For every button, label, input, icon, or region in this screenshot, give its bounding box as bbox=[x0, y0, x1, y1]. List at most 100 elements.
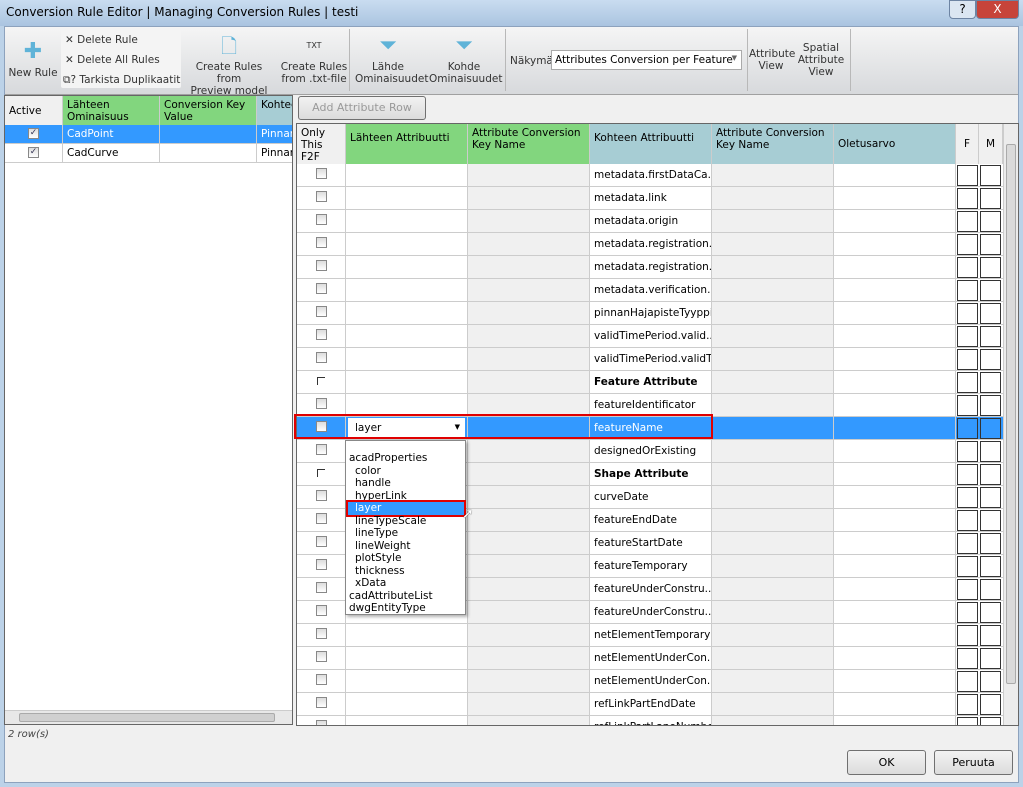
active-checkbox[interactable]: ✓ bbox=[28, 128, 39, 139]
target-cell[interactable]: Pinnan bbox=[257, 125, 292, 144]
target-key-name-cell[interactable] bbox=[712, 348, 834, 370]
f-cell[interactable] bbox=[957, 211, 978, 232]
target-key-name-cell[interactable] bbox=[712, 371, 834, 393]
column-header-default-value[interactable]: Oletusarvo bbox=[834, 124, 956, 164]
m-cell[interactable] bbox=[980, 694, 1001, 715]
source-attribute-cell[interactable] bbox=[346, 302, 468, 324]
source-key-name-cell[interactable] bbox=[468, 164, 590, 186]
m-cell[interactable] bbox=[980, 280, 1001, 301]
source-attribute-cell[interactable] bbox=[346, 716, 468, 725]
f-cell[interactable] bbox=[957, 671, 978, 692]
default-value-cell[interactable] bbox=[834, 187, 956, 209]
source-attribute-cell[interactable] bbox=[346, 210, 468, 232]
dropdown-item[interactable]: layer bbox=[346, 500, 466, 517]
source-attribute-cell[interactable] bbox=[346, 394, 468, 416]
only-this-f2f-checkbox[interactable] bbox=[316, 329, 327, 340]
dropdown-item[interactable]: hyperLink bbox=[348, 490, 464, 503]
default-value-cell[interactable] bbox=[834, 670, 956, 692]
target-key-name-cell[interactable] bbox=[712, 601, 834, 623]
key-cell[interactable] bbox=[160, 125, 257, 144]
default-value-cell[interactable] bbox=[834, 463, 956, 485]
new-rule-button[interactable]: ✚ New Rule bbox=[7, 39, 59, 79]
m-cell[interactable] bbox=[980, 257, 1001, 278]
header-checkbox[interactable] bbox=[317, 469, 325, 477]
create-rules-preview-button[interactable]: 🗋 Create Rules from Preview model bbox=[183, 33, 275, 97]
table-row[interactable]: Feature Attribute bbox=[297, 371, 1003, 394]
target-key-name-cell[interactable] bbox=[712, 394, 834, 416]
f-cell[interactable] bbox=[957, 648, 978, 669]
target-key-name-cell[interactable] bbox=[712, 693, 834, 715]
table-row[interactable]: metadata.registration... bbox=[297, 256, 1003, 279]
f-cell[interactable] bbox=[957, 280, 978, 301]
dropdown-item[interactable]: color bbox=[348, 465, 464, 478]
f-cell[interactable] bbox=[957, 257, 978, 278]
table-row[interactable]: netElementTemporary bbox=[297, 624, 1003, 647]
default-value-cell[interactable] bbox=[834, 302, 956, 324]
source-key-name-cell[interactable] bbox=[468, 601, 590, 623]
m-cell[interactable] bbox=[980, 441, 1001, 462]
f-cell[interactable] bbox=[957, 418, 978, 439]
target-key-name-cell[interactable] bbox=[712, 624, 834, 646]
default-value-cell[interactable] bbox=[834, 371, 956, 393]
dropdown-item[interactable]: lineWeight bbox=[348, 540, 464, 553]
only-this-f2f-checkbox[interactable] bbox=[316, 628, 327, 639]
source-key-name-cell[interactable] bbox=[468, 394, 590, 416]
f-cell[interactable] bbox=[957, 556, 978, 577]
only-this-f2f-checkbox[interactable] bbox=[316, 444, 327, 455]
m-cell[interactable] bbox=[980, 349, 1001, 370]
m-cell[interactable] bbox=[980, 625, 1001, 646]
default-value-cell[interactable] bbox=[834, 164, 956, 186]
column-header-target-feature[interactable]: Kohteen ominaisuus bbox=[257, 96, 292, 125]
m-cell[interactable] bbox=[980, 234, 1001, 255]
target-key-name-cell[interactable] bbox=[712, 716, 834, 725]
only-this-f2f-checkbox[interactable] bbox=[316, 559, 327, 570]
table-row[interactable]: ✓ CadPoint Pinnan bbox=[5, 125, 292, 144]
f-cell[interactable] bbox=[957, 349, 978, 370]
scrollbar-thumb[interactable] bbox=[1006, 144, 1016, 684]
source-attribute-cell[interactable] bbox=[346, 371, 468, 393]
default-value-cell[interactable] bbox=[834, 693, 956, 715]
column-header-only-this-f2f[interactable]: Only This F2F bbox=[297, 124, 346, 164]
default-value-cell[interactable] bbox=[834, 578, 956, 600]
table-row[interactable]: metadata.link bbox=[297, 187, 1003, 210]
dropdown-item[interactable]: acadProperties bbox=[348, 452, 464, 465]
default-value-cell[interactable] bbox=[834, 210, 956, 232]
column-header-target-key-name[interactable]: Attribute Conversion Key Name bbox=[712, 124, 834, 164]
m-cell[interactable] bbox=[980, 671, 1001, 692]
f-cell[interactable] bbox=[957, 510, 978, 531]
dropdown-item[interactable]: lineTypeScale bbox=[348, 515, 464, 528]
f-cell[interactable] bbox=[957, 303, 978, 324]
source-key-name-cell[interactable] bbox=[468, 325, 590, 347]
only-this-f2f-checkbox[interactable] bbox=[316, 720, 327, 725]
default-value-cell[interactable] bbox=[834, 348, 956, 370]
add-attribute-row-button[interactable]: Add Attribute Row bbox=[298, 96, 426, 120]
only-this-f2f-checkbox[interactable] bbox=[316, 237, 327, 248]
target-key-name-cell[interactable] bbox=[712, 302, 834, 324]
target-cell[interactable]: Pinnan bbox=[257, 144, 292, 163]
column-header-source-attribute[interactable]: Lähteen Attribuutti bbox=[346, 124, 468, 164]
m-cell[interactable] bbox=[980, 533, 1001, 554]
source-key-name-cell[interactable] bbox=[468, 486, 590, 508]
source-key-name-cell[interactable] bbox=[468, 716, 590, 725]
only-this-f2f-checkbox[interactable] bbox=[316, 605, 327, 616]
table-row[interactable]: metadata.verification... bbox=[297, 279, 1003, 302]
vertical-scrollbar[interactable] bbox=[1003, 124, 1018, 725]
only-this-f2f-checkbox[interactable] bbox=[316, 513, 327, 524]
source-attribute-cell[interactable] bbox=[346, 233, 468, 255]
target-key-name-cell[interactable] bbox=[712, 555, 834, 577]
source-key-name-cell[interactable] bbox=[468, 670, 590, 692]
attribute-view-button[interactable]: Attribute View bbox=[749, 48, 795, 72]
kohde-ominaisuudet-button[interactable]: ⏷ Kohde Ominaisuudet bbox=[429, 33, 502, 85]
m-cell[interactable] bbox=[980, 579, 1001, 600]
target-key-name-cell[interactable] bbox=[712, 440, 834, 462]
column-header-conversion-key[interactable]: Conversion Key Value bbox=[160, 96, 257, 125]
column-header-m[interactable]: M bbox=[979, 124, 1003, 164]
only-this-f2f-checkbox[interactable] bbox=[316, 490, 327, 501]
source-key-name-cell[interactable] bbox=[468, 256, 590, 278]
source-key-name-cell[interactable] bbox=[468, 187, 590, 209]
m-cell[interactable] bbox=[980, 303, 1001, 324]
column-header-active[interactable]: Active bbox=[5, 96, 63, 125]
f-cell[interactable] bbox=[957, 395, 978, 416]
dropdown-item[interactable]: handle bbox=[348, 477, 464, 490]
target-key-name-cell[interactable] bbox=[712, 463, 834, 485]
